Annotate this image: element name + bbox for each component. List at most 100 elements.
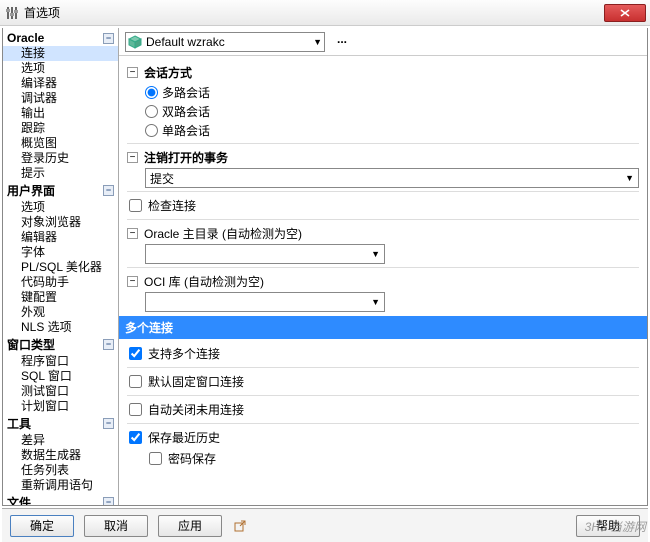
tree-group[interactable]: 用户界面− [3, 181, 118, 200]
export-icon[interactable] [232, 518, 248, 534]
tree-item[interactable]: 外观 [3, 305, 118, 320]
profile-more-button[interactable]: ... [331, 32, 353, 52]
apply-button[interactable]: 应用 [158, 515, 222, 537]
tree-item[interactable]: 选项 [3, 200, 118, 215]
tree-item[interactable]: 编译器 [3, 76, 118, 91]
main-area: Oracle−连接选项编译器调试器输出跟踪概览图登录历史提示用户界面−选项对象浏… [2, 28, 648, 506]
tree-item[interactable]: 调试器 [3, 91, 118, 106]
titlebar: 首选项 [0, 0, 650, 26]
collapse-icon[interactable]: − [127, 276, 138, 287]
preferences-icon [4, 5, 20, 21]
oracle-home-select[interactable]: ▼ [145, 244, 385, 264]
tree-item[interactable]: 概览图 [3, 136, 118, 151]
tree-item[interactable]: NLS 选项 [3, 320, 118, 335]
session-mode-option-label: 多路会话 [162, 84, 210, 101]
check-connection-label: 检查连接 [148, 197, 196, 214]
tree-item[interactable]: 程序窗口 [3, 354, 118, 369]
settings-panel: − 会话方式 多路会话双路会话单路会话 − 注销打开的事务 提交 ▼ 检查连接 [119, 56, 647, 505]
collapse-icon[interactable]: − [127, 152, 138, 163]
minus-icon: − [103, 33, 114, 44]
close-icon [620, 9, 630, 17]
chevron-down-icon: ▼ [371, 297, 380, 307]
check-connection-checkbox[interactable] [129, 199, 142, 212]
tree-item[interactable]: 键配置 [3, 290, 118, 305]
ok-button[interactable]: 确定 [10, 515, 74, 537]
divider [127, 423, 639, 424]
minus-icon: − [103, 497, 114, 505]
tree-item[interactable]: 编辑器 [3, 230, 118, 245]
oracle-home-label: Oracle 主目录 (自动检测为空) [144, 225, 302, 242]
session-mode-radio[interactable] [145, 86, 158, 99]
save-pwd-checkbox[interactable] [149, 452, 162, 465]
divider [127, 367, 639, 368]
help-button[interactable]: 帮助 [576, 515, 640, 537]
profile-bar: Default wzrakc ▼ ... [119, 28, 647, 56]
chevron-down-icon: ▼ [313, 37, 322, 47]
minus-icon: − [103, 339, 114, 350]
tree-item[interactable]: 任务列表 [3, 463, 118, 478]
session-mode-option-label: 双路会话 [162, 103, 210, 120]
tree-item[interactable]: SQL 窗口 [3, 369, 118, 384]
tree-item[interactable]: 选项 [3, 61, 118, 76]
support-multi-checkbox[interactable] [129, 347, 142, 360]
divider [127, 267, 639, 268]
tree-group[interactable]: 窗口类型− [3, 335, 118, 354]
logoff-tx-label: 注销打开的事务 [144, 149, 228, 166]
tree-item[interactable]: 输出 [3, 106, 118, 121]
session-mode-option-label: 单路会话 [162, 122, 210, 139]
tree-item[interactable]: 代码助手 [3, 275, 118, 290]
tree-item[interactable]: 字体 [3, 245, 118, 260]
tree-item[interactable]: 登录历史 [3, 151, 118, 166]
minus-icon: − [103, 418, 114, 429]
save-history-label: 保存最近历史 [148, 429, 220, 446]
oci-lib-label: OCI 库 (自动检测为空) [144, 273, 264, 290]
session-mode-option[interactable]: 多路会话 [145, 83, 639, 102]
tree-item[interactable]: 对象浏览器 [3, 215, 118, 230]
logoff-tx-value: 提交 [150, 170, 174, 187]
tree-item[interactable]: 差异 [3, 433, 118, 448]
logoff-tx-select[interactable]: 提交 ▼ [145, 168, 639, 188]
support-multi-label: 支持多个连接 [148, 345, 220, 362]
tree-item[interactable]: 提示 [3, 166, 118, 181]
session-mode-option[interactable]: 单路会话 [145, 121, 639, 140]
tree-item[interactable]: 测试窗口 [3, 384, 118, 399]
save-history-checkbox[interactable] [129, 431, 142, 444]
tree-group[interactable]: 工具− [3, 414, 118, 433]
nav-tree: Oracle−连接选项编译器调试器输出跟踪概览图登录历史提示用户界面−选项对象浏… [3, 28, 118, 505]
tree-item[interactable]: 计划窗口 [3, 399, 118, 414]
auto-close-label: 自动关闭未用连接 [148, 401, 244, 418]
session-mode-option[interactable]: 双路会话 [145, 102, 639, 121]
auto-close-checkbox[interactable] [129, 403, 142, 416]
tree-group[interactable]: Oracle− [3, 30, 118, 46]
footer: 确定 取消 应用 帮助 [2, 508, 648, 542]
default-pin-label: 默认固定窗口连接 [148, 373, 244, 390]
divider [127, 191, 639, 192]
close-button[interactable] [604, 4, 646, 22]
session-mode-radio[interactable] [145, 124, 158, 137]
save-pwd-label: 密码保存 [168, 450, 216, 467]
tree-group[interactable]: 文件− [3, 493, 118, 505]
chevron-down-icon: ▼ [625, 173, 634, 183]
divider [127, 143, 639, 144]
profile-select[interactable]: Default wzrakc ▼ [125, 32, 325, 52]
tree-item[interactable]: PL/SQL 美化器 [3, 260, 118, 275]
content-pane: Default wzrakc ▼ ... − 会话方式 多路会话双路会话单路会话… [119, 28, 647, 505]
default-pin-checkbox[interactable] [129, 375, 142, 388]
multi-conn-header: 多个连接 [119, 316, 647, 339]
tree-item[interactable]: 数据生成器 [3, 448, 118, 463]
session-mode-label: 会话方式 [144, 64, 192, 81]
divider [127, 219, 639, 220]
oci-lib-select[interactable]: ▼ [145, 292, 385, 312]
cancel-button[interactable]: 取消 [84, 515, 148, 537]
minus-icon: − [103, 185, 114, 196]
session-mode-radio[interactable] [145, 105, 158, 118]
chevron-down-icon: ▼ [371, 249, 380, 259]
window-title: 首选项 [24, 4, 604, 21]
tree-item[interactable]: 连接 [3, 46, 118, 61]
sidebar[interactable]: Oracle−连接选项编译器调试器输出跟踪概览图登录历史提示用户界面−选项对象浏… [3, 28, 119, 505]
tree-item[interactable]: 重新调用语句 [3, 478, 118, 493]
tree-item[interactable]: 跟踪 [3, 121, 118, 136]
collapse-icon[interactable]: − [127, 67, 138, 78]
collapse-icon[interactable]: − [127, 228, 138, 239]
cube-icon [128, 35, 142, 49]
